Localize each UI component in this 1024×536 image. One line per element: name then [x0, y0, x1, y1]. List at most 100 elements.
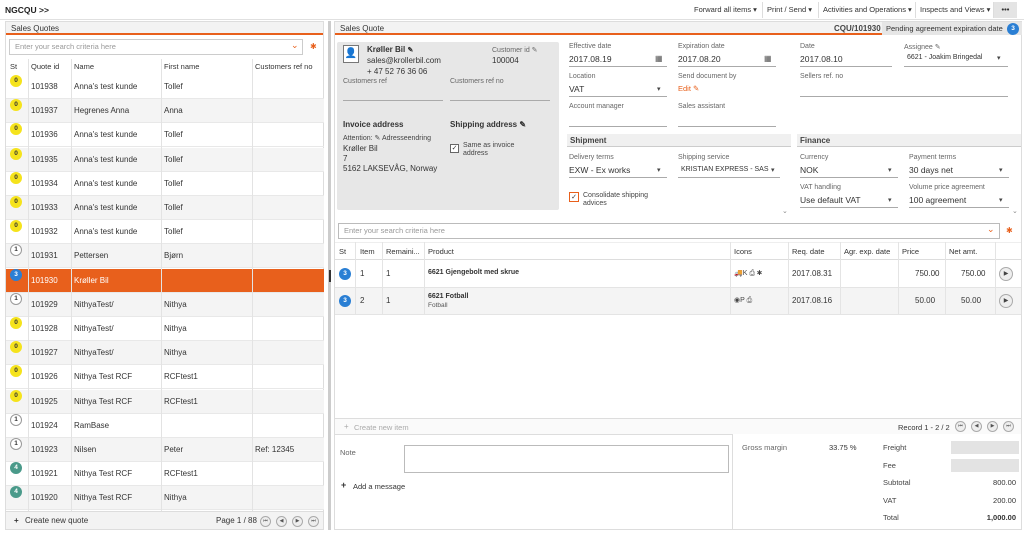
gear-icon[interactable]: ✱	[310, 42, 317, 51]
col-first-name[interactable]: First name	[164, 59, 199, 74]
chevron-down-icon[interactable]: ▾	[997, 54, 1001, 62]
table-row[interactable]: 1 101924 RamBase	[6, 413, 324, 438]
shipping-address-label[interactable]: Shipping address ✎	[450, 120, 526, 129]
table-row[interactable]: 0 101936 Anna's test kunde Tollef	[6, 123, 324, 148]
add-message-button[interactable]: Add a message	[353, 482, 405, 491]
next-record-icon[interactable]: ▶	[987, 421, 998, 432]
account-manager-field[interactable]	[569, 126, 667, 127]
table-row[interactable]: 0 101938 Anna's test kunde Tollef	[6, 75, 324, 99]
table-row[interactable]: 0 101927 NithyaTest/Nithya	[6, 341, 324, 366]
item-row[interactable]: 3 1 1 6621 Gjengebolt med skrue 🚚K ⎙ ✱ 2017.0…	[335, 261, 1021, 288]
plus-icon[interactable]: +	[341, 480, 346, 490]
table-row[interactable]: 0 101935 Anna's test kunde Tollef	[6, 147, 324, 172]
customers-ref-no-field[interactable]	[450, 100, 550, 101]
item-col-price[interactable]: Price	[902, 247, 919, 256]
delivery-terms-select[interactable]: EXW - Ex works	[569, 165, 630, 175]
first-record-icon[interactable]: ⏮	[955, 421, 966, 432]
effective-date-input[interactable]: 2017.08.19	[569, 54, 612, 64]
chevron-down-icon[interactable]: ▾	[888, 196, 892, 204]
shipping-service-select[interactable]: KRISTIAN EXPRESS - SAS	[681, 166, 769, 173]
splitter-handle[interactable]	[329, 270, 331, 282]
date-input[interactable]: 2017.08.10	[800, 54, 843, 64]
item-col-product[interactable]: Product	[428, 247, 454, 256]
table-row[interactable]: 0 101932 Anna's test kunde Tollef	[6, 220, 324, 245]
volume-agreement-select[interactable]: 100 agreement	[909, 195, 966, 205]
item-search-input[interactable]: Enter your search criteria here	[338, 223, 1000, 239]
next-page-icon[interactable]: ▶	[292, 516, 303, 527]
app-name[interactable]: NGCQU >>	[5, 5, 49, 15]
send-document-edit[interactable]: Edit ✎	[678, 84, 699, 93]
total-value[interactable]	[951, 458, 1019, 472]
table-row[interactable]: 4 101921 Nithya Test RCF RCFtest1	[6, 462, 324, 487]
total-value[interactable]	[951, 441, 1019, 454]
chevron-down-icon[interactable]: ⌄	[987, 224, 1018, 235]
table-row[interactable]: 1 101923 Nilsen Peter Ref: 12345	[6, 438, 324, 462]
item-col-agr-exp-date[interactable]: Agr. exp. date	[844, 247, 890, 256]
chevron-down-icon[interactable]: ▾	[999, 166, 1003, 174]
assignee-select[interactable]: 6621 - Joakim Bringedal	[907, 54, 983, 61]
note-textarea[interactable]	[404, 445, 729, 473]
prev-page-icon[interactable]: ◀	[276, 516, 287, 527]
same-as-invoice-checkbox[interactable]: ✓	[450, 144, 459, 153]
first-page-icon[interactable]: ⏮	[260, 516, 271, 527]
table-row[interactable]: 1 101931 Pettersen Bjørn	[6, 244, 324, 269]
col-quote-id[interactable]: Quote id	[31, 59, 59, 74]
item-col-st[interactable]: St	[339, 247, 346, 256]
table-row[interactable]: 0 101933 Anna's test kunde Tollef	[6, 196, 324, 220]
sales-assistant-field[interactable]	[678, 126, 776, 127]
last-record-icon[interactable]: ⏭	[1003, 421, 1014, 432]
open-item-icon[interactable]: ▶	[999, 294, 1013, 308]
payment-terms-select[interactable]: 30 days net	[909, 165, 953, 175]
currency-select[interactable]: NOK	[800, 165, 818, 175]
expand-icon[interactable]: ⌄	[1012, 207, 1018, 215]
table-row[interactable]: 0 101934 Anna's test kunde Tollef	[6, 171, 324, 196]
last-page-icon[interactable]: ⏭	[308, 516, 319, 527]
chevron-down-icon[interactable]: ▾	[771, 166, 775, 174]
table-row[interactable]: 0 101928 NithyaTest/Nithya	[6, 317, 324, 341]
chevron-down-icon[interactable]: ▾	[657, 85, 661, 93]
menu-inspects-views[interactable]: Inspects and Views ▾	[915, 2, 994, 18]
item-col-item[interactable]: Item	[360, 247, 375, 256]
item-col-req-date[interactable]: Req. date	[792, 247, 825, 256]
item-col-icons[interactable]: Icons	[734, 247, 752, 256]
sellers-ref-field[interactable]	[800, 96, 1008, 97]
quote-search-input[interactable]: Enter your search criteria here	[9, 39, 303, 55]
chevron-down-icon[interactable]: ▾	[999, 196, 1003, 204]
menu-forward-all-items[interactable]: Forward all items ▾	[690, 2, 761, 18]
calendar-icon[interactable]: ▦	[764, 54, 772, 63]
chevron-down-icon[interactable]: ▾	[888, 166, 892, 174]
item-col-remaining[interactable]: Remaini...	[386, 247, 420, 256]
customer-name[interactable]: Krøller Bil ✎	[367, 45, 413, 54]
expand-icon[interactable]: ⌄	[782, 207, 788, 215]
shipment-section-title[interactable]: Shipment	[567, 134, 791, 147]
prev-record-icon[interactable]: ◀	[971, 421, 982, 432]
col-st[interactable]: St	[10, 59, 17, 74]
consolidate-checkbox[interactable]: ✓	[569, 192, 579, 202]
calendar-icon[interactable]: ▦	[655, 54, 663, 63]
plus-icon[interactable]: +	[14, 512, 19, 530]
menu-print-send[interactable]: Print / Send ▾	[762, 2, 816, 18]
table-row[interactable]: 4 101920 Nithya Test RCF Nithya	[6, 486, 324, 511]
open-item-icon[interactable]: ▶	[999, 267, 1013, 281]
create-new-item-button[interactable]: Create new item	[354, 423, 409, 432]
create-new-quote-button[interactable]: Create new quote	[25, 512, 88, 530]
menu-activities-operations[interactable]: Activities and Operations ▾	[818, 2, 916, 18]
location-select[interactable]: VAT	[569, 84, 584, 94]
more-menu-button[interactable]: •••	[993, 2, 1017, 18]
item-col-net-amount[interactable]: Net amt.	[949, 247, 977, 256]
table-row[interactable]: 0 101937 Hegrenes Anna Anna	[6, 99, 324, 124]
vat-handling-select[interactable]: Use default VAT	[800, 195, 861, 205]
customer-email[interactable]: sales@krollerbil.com	[367, 56, 441, 65]
table-row[interactable]: 0 101926 Nithya Test RCF RCFtest1	[6, 365, 324, 390]
customers-ref-field[interactable]	[343, 100, 443, 101]
customer-id[interactable]: 100004	[492, 56, 519, 65]
table-row[interactable]: 0 101925 Nithya Test RCF RCFtest1	[6, 389, 324, 414]
table-row[interactable]: 1 101929 NithyaTest/Nithya	[6, 292, 324, 317]
gear-icon[interactable]: ✱	[1006, 226, 1013, 235]
expiration-date-input[interactable]: 2017.08.20	[678, 54, 721, 64]
chevron-down-icon[interactable]: ▾	[657, 166, 661, 174]
plus-icon[interactable]: +	[344, 422, 349, 431]
col-name[interactable]: Name	[74, 59, 94, 74]
item-row[interactable]: 3 2 1 6621 Fotball Fotball ◉P ⎙ 2017.08.16 50.0…	[335, 288, 1021, 315]
table-row[interactable]: 3 101930 Krøller Bil	[6, 268, 324, 293]
